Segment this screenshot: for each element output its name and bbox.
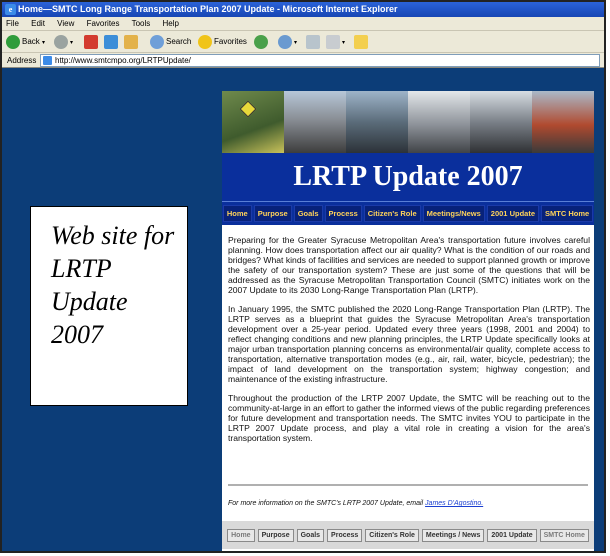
nav-smtc-home[interactable]: SMTC Home <box>540 205 594 222</box>
search-button[interactable]: Search <box>150 34 191 50</box>
footer-nav-meetings-news[interactable]: Meetings / News <box>421 528 485 542</box>
footer-navigation: Home Purpose Goals Process Citizen's Rol… <box>222 521 594 549</box>
menu-file[interactable]: File <box>6 19 19 28</box>
page-banner-title: LRTP Update 2007 <box>222 153 594 201</box>
participation-paragraph: Throughout the production of the LRTP 20… <box>228 393 590 443</box>
print-icon <box>306 34 320 49</box>
annotation-callout: Web site for LRTP Update 2007 <box>30 206 188 406</box>
contact-note: For more information on the SMTC's LRTP … <box>228 500 590 507</box>
forward-button[interactable]: ▾ <box>54 34 73 50</box>
nav-process[interactable]: Process <box>324 205 362 222</box>
history-icon <box>278 34 292 49</box>
title-bar: e Home—SMTC Long Range Transportation Pl… <box>2 2 604 17</box>
nav-purpose[interactable]: Purpose <box>253 205 292 222</box>
footer-nav-purpose[interactable]: Purpose <box>257 528 294 542</box>
contact-email-link[interactable]: James D'Agostino. <box>425 500 483 507</box>
forward-arrow-icon <box>54 34 68 49</box>
address-bar: Address http://www.smtcmpo.org/LRTPUpdat… <box>2 53 604 68</box>
folder-button[interactable] <box>354 34 370 50</box>
toolbar: Back ▾ ▾ Search Favorites ▾ ▾ <box>2 31 604 53</box>
folder-icon <box>354 34 368 49</box>
menu-edit[interactable]: Edit <box>31 19 45 28</box>
stop-icon <box>84 34 98 49</box>
browser-viewport: Web site for LRTP Update 2007 LRTP Updat… <box>2 69 604 551</box>
footer-nav-goals[interactable]: Goals <box>296 528 325 542</box>
address-url: http://www.smtcmpo.org/LRTPUpdate/ <box>55 56 191 65</box>
media-icon <box>254 34 268 49</box>
address-input[interactable]: http://www.smtcmpo.org/LRTPUpdate/ <box>40 54 600 67</box>
nav-meetings-news[interactable]: Meetings/News <box>422 205 485 222</box>
history-button[interactable]: ▾ <box>278 34 297 50</box>
header-photo-highway <box>470 91 532 153</box>
refresh-icon <box>104 34 118 49</box>
media-button[interactable] <box>254 34 270 50</box>
header-photo-strip <box>222 91 594 153</box>
menu-bar: File Edit View Favorites Tools Help <box>2 17 604 31</box>
back-arrow-icon <box>6 34 20 49</box>
refresh-button[interactable] <box>104 34 120 50</box>
nav-goals[interactable]: Goals <box>293 205 323 222</box>
header-photo-bicycle <box>408 91 470 153</box>
page-icon <box>43 56 52 65</box>
header-photo-bus <box>284 91 346 153</box>
favorites-star-icon <box>198 34 212 49</box>
contact-note-text: For more information on the SMTC's LRTP … <box>228 500 424 507</box>
footer-nav-smtc-home[interactable]: SMTC Home <box>539 528 589 542</box>
footer-nav-2001-update[interactable]: 2001 Update <box>487 528 537 542</box>
menu-favorites[interactable]: Favorites <box>87 19 120 28</box>
page-content: Preparing for the Greater Syracuse Metro… <box>228 235 590 452</box>
search-icon <box>150 34 164 49</box>
print-button[interactable] <box>306 34 322 50</box>
menu-view[interactable]: View <box>57 19 74 28</box>
favorites-button[interactable]: Favorites <box>198 34 247 50</box>
footer-nav-citizens-role[interactable]: Citizen's Role <box>365 528 419 542</box>
top-navigation: Home Purpose Goals Process Citizen's Rol… <box>222 201 594 225</box>
road-sign-icon <box>239 100 257 118</box>
web-page: LRTP Update 2007 Home Purpose Goals Proc… <box>222 91 594 551</box>
nav-citizens-role[interactable]: Citizen's Role <box>363 205 421 222</box>
footer-nav-home[interactable]: Home <box>227 528 255 542</box>
nav-home[interactable]: Home <box>222 205 252 222</box>
home-icon <box>124 34 138 49</box>
header-photo-train <box>532 91 594 153</box>
header-photo-street <box>222 91 284 153</box>
window-title: Home—SMTC Long Range Transportation Plan… <box>18 4 398 14</box>
home-button[interactable] <box>124 34 140 50</box>
footer-nav-process[interactable]: Process <box>327 528 363 542</box>
intro-paragraph: Preparing for the Greater Syracuse Metro… <box>228 235 590 295</box>
divider <box>228 484 588 486</box>
nav-2001-update[interactable]: 2001 Update <box>486 205 539 222</box>
history-paragraph: In January 1995, the SMTC published the … <box>228 304 590 384</box>
header-photo-road <box>346 91 408 153</box>
back-button[interactable]: Back ▾ <box>6 34 45 50</box>
edit-button[interactable]: ▾ <box>326 34 345 50</box>
ie-logo-icon: e <box>5 4 16 15</box>
menu-help[interactable]: Help <box>163 19 179 28</box>
edit-icon <box>326 34 340 49</box>
menu-tools[interactable]: Tools <box>132 19 151 28</box>
browser-window: e Home—SMTC Long Range Transportation Pl… <box>0 0 606 553</box>
stop-button[interactable] <box>84 34 100 50</box>
address-label: Address <box>7 56 37 65</box>
